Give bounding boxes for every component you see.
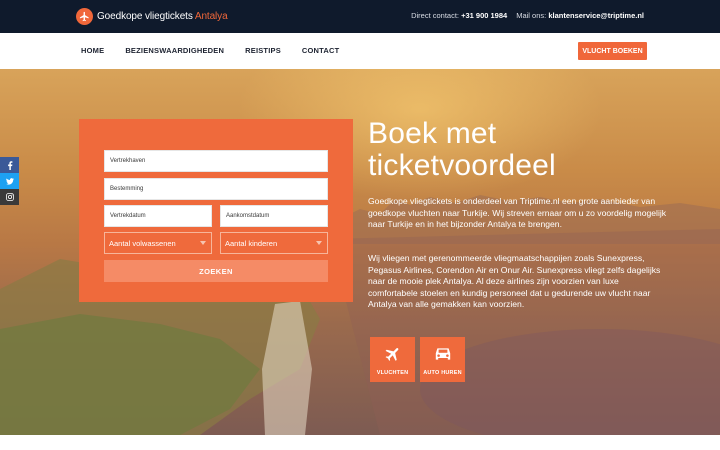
nav-bezienswaardigheden[interactable]: BEZIENSWAARDIGHEDEN [125, 46, 224, 55]
chevron-down-icon [200, 241, 206, 245]
book-flight-button[interactable]: VLUCHT BOEKEN [578, 42, 647, 60]
logo-heart-icon [76, 8, 93, 25]
site-logo[interactable]: Goedkope vliegtickets Antalya [76, 8, 228, 25]
airplane-icon [384, 345, 402, 363]
flights-tile[interactable]: VLUCHTEN [370, 337, 415, 382]
car-icon [433, 345, 453, 363]
contact-email[interactable]: klantenservice@triptime.nl [548, 11, 644, 20]
destination-input[interactable]: Bestemming [104, 178, 328, 200]
adults-select-value: Aantal volwassenen [109, 238, 176, 248]
search-button[interactable]: ZOEKEN [104, 260, 328, 282]
nav-reistips[interactable]: REISTIPS [245, 46, 281, 55]
top-bar: Goedkope vliegtickets Antalya Direct con… [0, 0, 720, 33]
facebook-icon[interactable] [0, 157, 19, 173]
children-select[interactable]: Aantal kinderen [220, 232, 328, 254]
logo-text: Goedkope vliegtickets Antalya [97, 11, 228, 22]
nav-home[interactable]: HOME [81, 46, 104, 55]
car-rental-tile[interactable]: AUTO HUREN [420, 337, 465, 382]
departure-date-input[interactable]: Vertrekdatum [104, 205, 212, 227]
phone-number[interactable]: +31 900 1984 [461, 11, 507, 20]
contact-info: Direct contact: +31 900 1984 Mail ons: kl… [411, 11, 644, 20]
hero-paragraph-1: Goedkope vliegtickets is onderdeel van T… [368, 196, 667, 229]
twitter-icon[interactable] [0, 173, 19, 189]
hero-title: Boek met ticketvoordeel [368, 117, 556, 182]
car-rental-tile-label: AUTO HUREN [423, 370, 462, 376]
departure-airport-input[interactable]: Vertrekhaven [104, 150, 328, 172]
flights-tile-label: VLUCHTEN [376, 370, 409, 376]
nav-contact[interactable]: CONTACT [302, 46, 340, 55]
return-date-input[interactable]: Aankomstdatum [220, 205, 328, 227]
instagram-icon[interactable] [0, 189, 19, 205]
children-select-value: Aantal kinderen [225, 238, 278, 248]
adults-select[interactable]: Aantal volwassenen [104, 232, 212, 254]
hero-paragraph-2: Wij vliegen met gerenommeerde vliegmaats… [368, 253, 661, 309]
social-sidebar [0, 157, 19, 205]
chevron-down-icon [316, 241, 322, 245]
